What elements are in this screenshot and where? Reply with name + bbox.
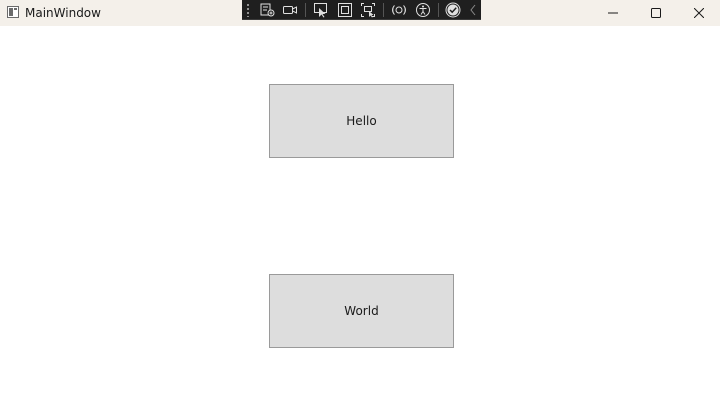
toolbar-separator bbox=[383, 2, 385, 17]
select-element-icon[interactable] bbox=[311, 1, 331, 19]
close-button[interactable] bbox=[677, 0, 720, 26]
hot-reload-icon[interactable] bbox=[389, 1, 409, 19]
accessibility-icon[interactable] bbox=[413, 1, 433, 19]
hello-button[interactable]: Hello bbox=[269, 84, 454, 158]
world-button[interactable]: World bbox=[269, 274, 454, 348]
app-icon[interactable] bbox=[7, 6, 19, 18]
live-visual-tree-icon[interactable] bbox=[257, 1, 277, 19]
record-icon[interactable] bbox=[281, 1, 301, 19]
window-controls bbox=[591, 0, 720, 26]
debug-toolbar bbox=[242, 0, 481, 20]
toolbar-separator bbox=[305, 2, 307, 17]
main-window: MainWindow Hello World bbox=[0, 0, 720, 406]
track-focus-icon[interactable] bbox=[359, 1, 379, 19]
collapse-chevron-icon[interactable] bbox=[467, 1, 479, 19]
display-layout-adorners-icon[interactable] bbox=[335, 1, 355, 19]
accessibility-checker-icon[interactable] bbox=[444, 1, 464, 19]
maximize-icon bbox=[650, 8, 661, 18]
minimize-icon bbox=[607, 12, 618, 14]
minimize-button[interactable] bbox=[591, 0, 634, 26]
toolbar-grip-icon[interactable] bbox=[246, 2, 250, 17]
maximize-button[interactable] bbox=[634, 0, 677, 26]
toolbar-separator bbox=[437, 2, 439, 17]
close-icon bbox=[693, 8, 704, 18]
window-title: MainWindow bbox=[25, 6, 101, 20]
